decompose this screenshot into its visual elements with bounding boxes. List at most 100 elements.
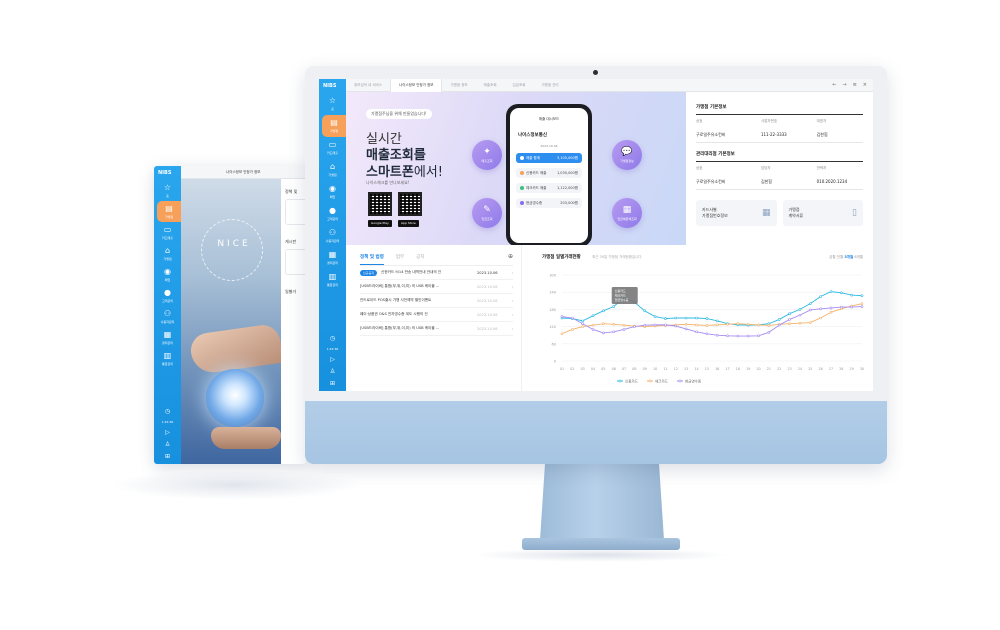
app-store-badge[interactable]: App Store [398,220,419,227]
phone-shop-name: 나이스정보통신 [518,133,547,138]
feature-sales[interactable]: ✦ 매출조회 [472,140,502,170]
data-point [560,332,564,336]
sidebar-item-integrated[interactable]: ▥ 통합관리 [319,269,346,291]
person-icon[interactable]: ♙ [165,441,170,448]
tablet-sidebar-item-card[interactable]: ▭ 카드매출 [154,222,181,243]
data-point [581,325,584,328]
menu-icon[interactable]: ≡ [853,82,857,88]
logo: NIBS [323,83,337,89]
chevron-right-icon: › [511,270,513,275]
list-item[interactable]: [USB드라이버] 통합(부,위,이,미) 의 USB 케이블 ... 2023.… [360,280,513,294]
person-icon[interactable]: ♙ [330,368,335,375]
data-point [746,323,750,326]
period-option-active[interactable]: 3개월 [844,255,853,259]
tablet-sidebar-item-accounting[interactable]: ▦ 경리관리 [154,327,181,348]
data-point [674,324,678,328]
tablet-sidebar-item-customer[interactable]: ● 고객관리 [154,285,181,306]
stand-shadow [470,548,730,562]
period-option[interactable]: 6개월 [854,255,863,259]
tab-0[interactable]: 정보검색 내 서비스 [346,79,390,92]
tablet-sidebar-item-integrated[interactable]: ▥ 통합관리 [154,348,181,369]
sidebar-item-users[interactable]: ⚇ 사용자관리 [319,225,346,247]
tablet-sidebar-item-home[interactable]: ☆ 홈 [154,180,181,201]
phone-title: 매출 대시보드 [538,117,560,121]
tab-2[interactable]: 가맹점 정보 [442,79,475,92]
video-icon[interactable]: ▷ [330,356,335,363]
tab-notice[interactable]: 공지 [416,254,424,260]
data-point [643,309,647,313]
user-icon: ● [164,287,171,297]
period-option[interactable]: 금월 [829,255,835,259]
plus-icon[interactable]: ⊕ [508,253,513,260]
hero-hand-bottom [211,427,281,449]
data-point [819,316,822,320]
sidebar-item-customer[interactable]: ● 고객관리 [319,203,346,225]
sidebar-item-shop[interactable]: ⌂ 가맹점 [319,159,346,181]
feature-deposit-forecast[interactable]: ▦ 입금예정액조회 [612,198,642,228]
data-point [850,305,853,309]
tab-policy[interactable]: 정책 및 법령 [360,254,384,265]
data-point [705,324,709,327]
data-point [860,294,864,297]
hero-hand-top [188,322,281,376]
card-contract-docs-button[interactable]: 가맹점 계약서류 ▯ [782,200,863,226]
list-item[interactable]: 페이·상품권 O&S 전자영수증 계도 시행의 건 2023.10.06 › [360,308,513,322]
google-play-badge[interactable]: Google Play [368,220,392,227]
tablet-sidebar-bottom: ◷ 1:43:36 ▷ ♙ ⊞ [154,408,181,460]
tab-work[interactable]: 업무 [396,254,404,260]
data-point [777,323,781,327]
list-item[interactable]: 안드로이드 POS출시 가맹 사전예약 할인이벤트 2023.10.06 › [360,294,513,308]
data-point [808,302,812,305]
period-option[interactable]: 전월 [837,255,843,259]
tablet-sidebar-item-purchase[interactable]: ◉ 매입 [154,264,181,285]
doc-icon: ▥ [163,350,172,360]
sidebar-item-card[interactable]: ▭ 카드매출 [319,137,346,159]
tablet-sidebar-item-merchant[interactable]: ▤ 가맹점 [157,201,181,222]
x-tick-label: 06 [612,367,616,371]
sidebar-item-merchant[interactable]: ▤ 가맹점 [322,115,346,137]
grid-icon[interactable]: ⊞ [330,380,335,387]
x-tick-label: 21 [767,367,771,371]
grid-icon[interactable]: ⊞ [165,453,170,460]
circle-icon: ◉ [164,266,171,276]
info-values: 구로일주유소컨비 111-22-3333 김한힘 [696,128,863,143]
sidebar-item-home[interactable]: ☆ 홈 [319,93,346,115]
phone-date: 2023.10.06 [540,144,558,148]
tooltip-label: 신용카드 [615,288,626,293]
x-tick-label: 30 [860,367,864,371]
data-point [602,331,605,335]
sidebar-item-purchase[interactable]: ◉ 매입 [319,181,346,203]
data-point [726,334,729,338]
video-icon[interactable]: ▷ [165,429,170,436]
list-item[interactable]: 신규공지 신한카드 9/14 반송 내역안내 안내의 건 2023.10.06 › [360,266,513,280]
data-point [571,316,574,320]
sidebar-item-accounting[interactable]: ▦ 경리관리 [319,247,346,269]
arrow-left-icon[interactable]: ← [832,82,836,88]
close-icon[interactable]: × [863,82,867,88]
data-point [684,323,688,326]
data-point [684,327,688,331]
card-merchant-number-button[interactable]: 카드사별 가맹점번호정보 ▦ [696,200,777,226]
tablet-sidebar-item-users[interactable]: ⚇ 사용자관리 [154,306,181,327]
tab-4[interactable]: 입금조회 [505,79,534,92]
data-point [757,334,760,338]
feather-icon: ✎ [483,204,491,215]
data-point [612,305,616,308]
chart-subtitle: 최근 30일 가맹점 거래현황입니다 [592,255,642,259]
tablet-sidebar-item-shop[interactable]: ⌂ 가맹점 [154,243,181,264]
data-point [643,323,647,327]
list-item[interactable]: [USB드라이버] 통합(부,위,이,미) 의 USB 케이블 ... 2023.… [360,322,513,336]
x-tick-label: 25 [808,367,812,371]
data-point [695,316,698,320]
data-point [591,328,595,331]
tab-1[interactable]: 나이스정보 인정가 정보 [390,79,443,92]
arrow-right-icon[interactable]: → [842,82,846,88]
tablet-panel: 정책 및 게시판 일별거 [281,179,306,464]
monitor-stand [540,464,664,540]
tab-3[interactable]: 매출조회 [476,79,505,92]
feature-merchant-info[interactable]: 💬 가맹점정보 [612,140,642,170]
tab-5[interactable]: 가맹점 관리 [533,79,566,92]
feature-deposit[interactable]: ✎ 입금조회 [472,198,502,228]
qr-code-android [368,192,392,216]
data-point [674,316,678,320]
